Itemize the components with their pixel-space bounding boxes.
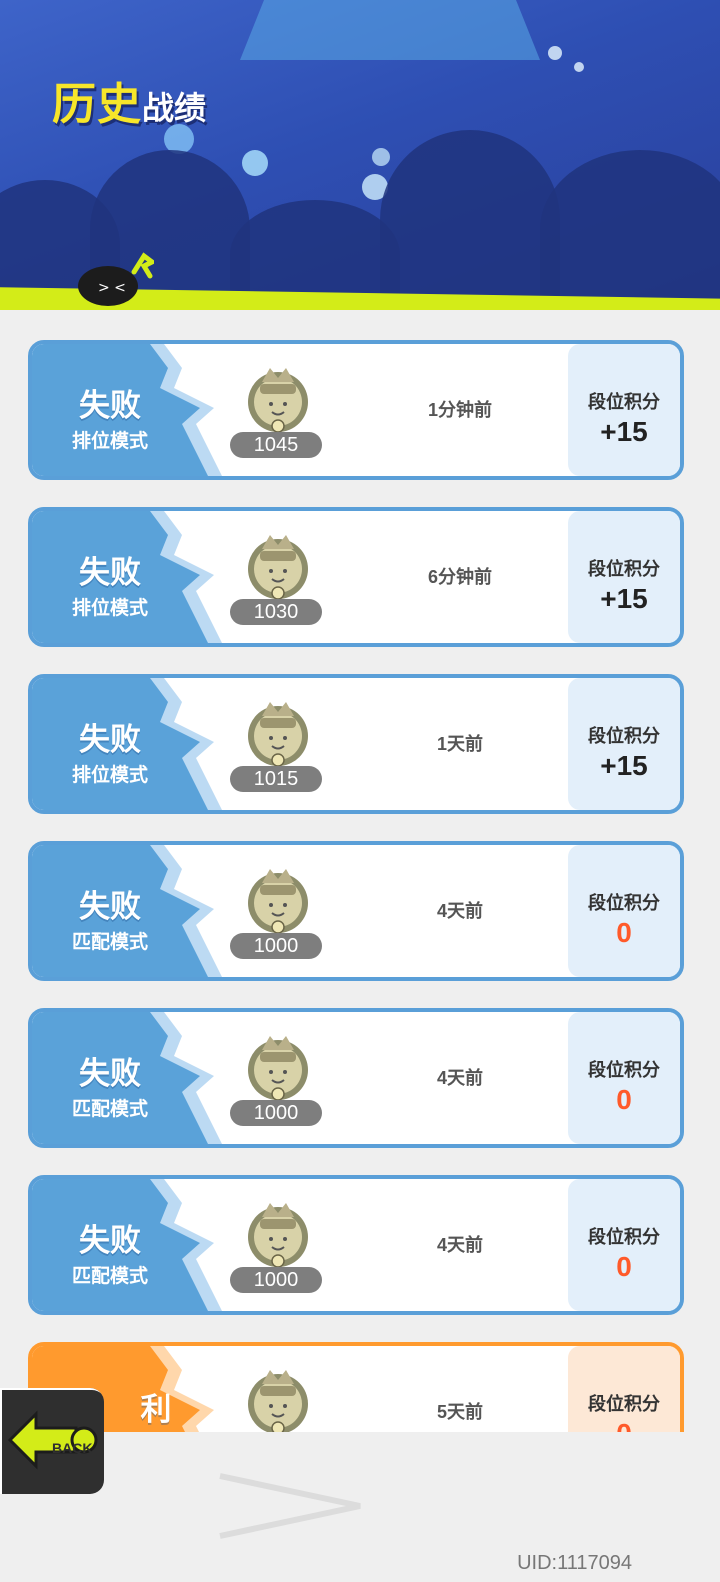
match-time: 4天前 xyxy=(436,901,483,921)
match-result: 失败 xyxy=(79,1056,141,1091)
rank-score: 1030 xyxy=(230,599,322,625)
rank-score: 1045 xyxy=(230,432,322,458)
match-result: 利 xyxy=(140,1392,172,1427)
mascot-icon: > < xyxy=(78,252,154,306)
match-result: 失败 xyxy=(79,555,141,590)
points-value: +15 xyxy=(600,416,648,447)
rank-badge-icon xyxy=(248,1203,308,1268)
match-mode: 排位模式 xyxy=(71,598,148,619)
points-label: 段位积分 xyxy=(588,1394,660,1414)
points-label: 段位积分 xyxy=(588,1227,660,1247)
page-title-main: 历史 xyxy=(52,80,142,129)
user-id: UID:1117094 xyxy=(517,1552,632,1574)
rank-badge-icon xyxy=(248,535,308,600)
light-dot xyxy=(548,46,562,60)
match-mode: 排位模式 xyxy=(71,431,148,452)
crowd-silhouette xyxy=(540,150,720,310)
light-dot xyxy=(372,148,390,166)
points-panel: 段位积分 +15 xyxy=(568,511,680,643)
match-result: 失败 xyxy=(79,722,141,757)
page-title-sub: 战绩 xyxy=(142,90,207,126)
record-card[interactable]: 失败 排位模式 1045 1分钟前 段位积分 +15 xyxy=(28,340,684,480)
rank-badge-icon xyxy=(248,368,308,433)
light-dot xyxy=(574,62,584,72)
record-card[interactable]: 失败 排位模式 1015 1天前 段位积分 +15 xyxy=(28,674,684,814)
points-panel: 段位积分 +15 xyxy=(568,678,680,810)
match-result: 失败 xyxy=(79,388,141,423)
points-value: +15 xyxy=(600,583,648,614)
rank-score: 1000 xyxy=(230,1267,322,1293)
match-mode: 排位模式 xyxy=(71,765,148,786)
record-card[interactable]: 失败 匹配模式 1000 4天前 段位积分 0 xyxy=(28,841,684,981)
points-value: 0 xyxy=(616,1251,632,1282)
match-time: 4天前 xyxy=(436,1068,483,1088)
match-result: 失败 xyxy=(79,1223,141,1258)
crowd-silhouette xyxy=(380,130,560,310)
match-mode: 匹配模式 xyxy=(71,1266,148,1287)
page-title: 历史战绩 xyxy=(52,68,206,132)
rank-score: 1000 xyxy=(230,1100,322,1126)
match-result: 失败 xyxy=(79,889,141,924)
points-panel: 段位积分 +15 xyxy=(568,344,680,476)
points-value: 0 xyxy=(616,917,632,948)
points-value: +15 xyxy=(600,750,648,781)
svg-text:> <: > < xyxy=(98,280,126,296)
points-label: 段位积分 xyxy=(588,559,660,579)
footer-decoration xyxy=(219,1473,361,1539)
points-label: 段位积分 xyxy=(588,893,660,913)
match-mode: 匹配模式 xyxy=(71,1099,148,1120)
match-time: 5天前 xyxy=(436,1402,483,1422)
match-time: 4天前 xyxy=(436,1235,483,1255)
rank-score: 1000 xyxy=(230,933,322,959)
points-panel: 段位积分 0 xyxy=(568,1012,680,1144)
rank-badge-icon xyxy=(248,702,308,767)
record-card[interactable]: 失败 排位模式 1030 6分钟前 段位积分 +15 xyxy=(28,507,684,647)
header-banner: 历史战绩 > < xyxy=(0,0,720,310)
match-mode: 匹配模式 xyxy=(71,932,148,953)
rank-badge-icon xyxy=(248,869,308,934)
record-list[interactable]: 失败 排位模式 1045 1分钟前 段位积分 +15 失败 排位模式 1030 … xyxy=(0,310,720,1582)
points-label: 段位积分 xyxy=(588,726,660,746)
record-card[interactable]: 失败 匹配模式 1000 4天前 段位积分 0 xyxy=(28,1175,684,1315)
points-value: 0 xyxy=(616,1084,632,1115)
record-card[interactable]: 失败 匹配模式 1000 4天前 段位积分 0 xyxy=(28,1008,684,1148)
back-label: BACK xyxy=(52,1440,93,1456)
stage-decoration xyxy=(240,0,540,60)
rank-badge-icon xyxy=(248,1036,308,1101)
points-panel: 段位积分 0 xyxy=(568,1179,680,1311)
points-panel: 段位积分 0 xyxy=(568,845,680,977)
light-dot xyxy=(242,150,268,176)
match-time: 1分钟前 xyxy=(427,400,492,420)
match-time: 1天前 xyxy=(436,734,483,754)
rank-badge-icon xyxy=(248,1370,308,1435)
rank-score: 1015 xyxy=(230,766,322,792)
points-label: 段位积分 xyxy=(588,1060,660,1080)
match-time: 6分钟前 xyxy=(427,567,492,587)
points-label: 段位积分 xyxy=(588,392,660,412)
back-button[interactable]: BACK xyxy=(0,1388,104,1494)
